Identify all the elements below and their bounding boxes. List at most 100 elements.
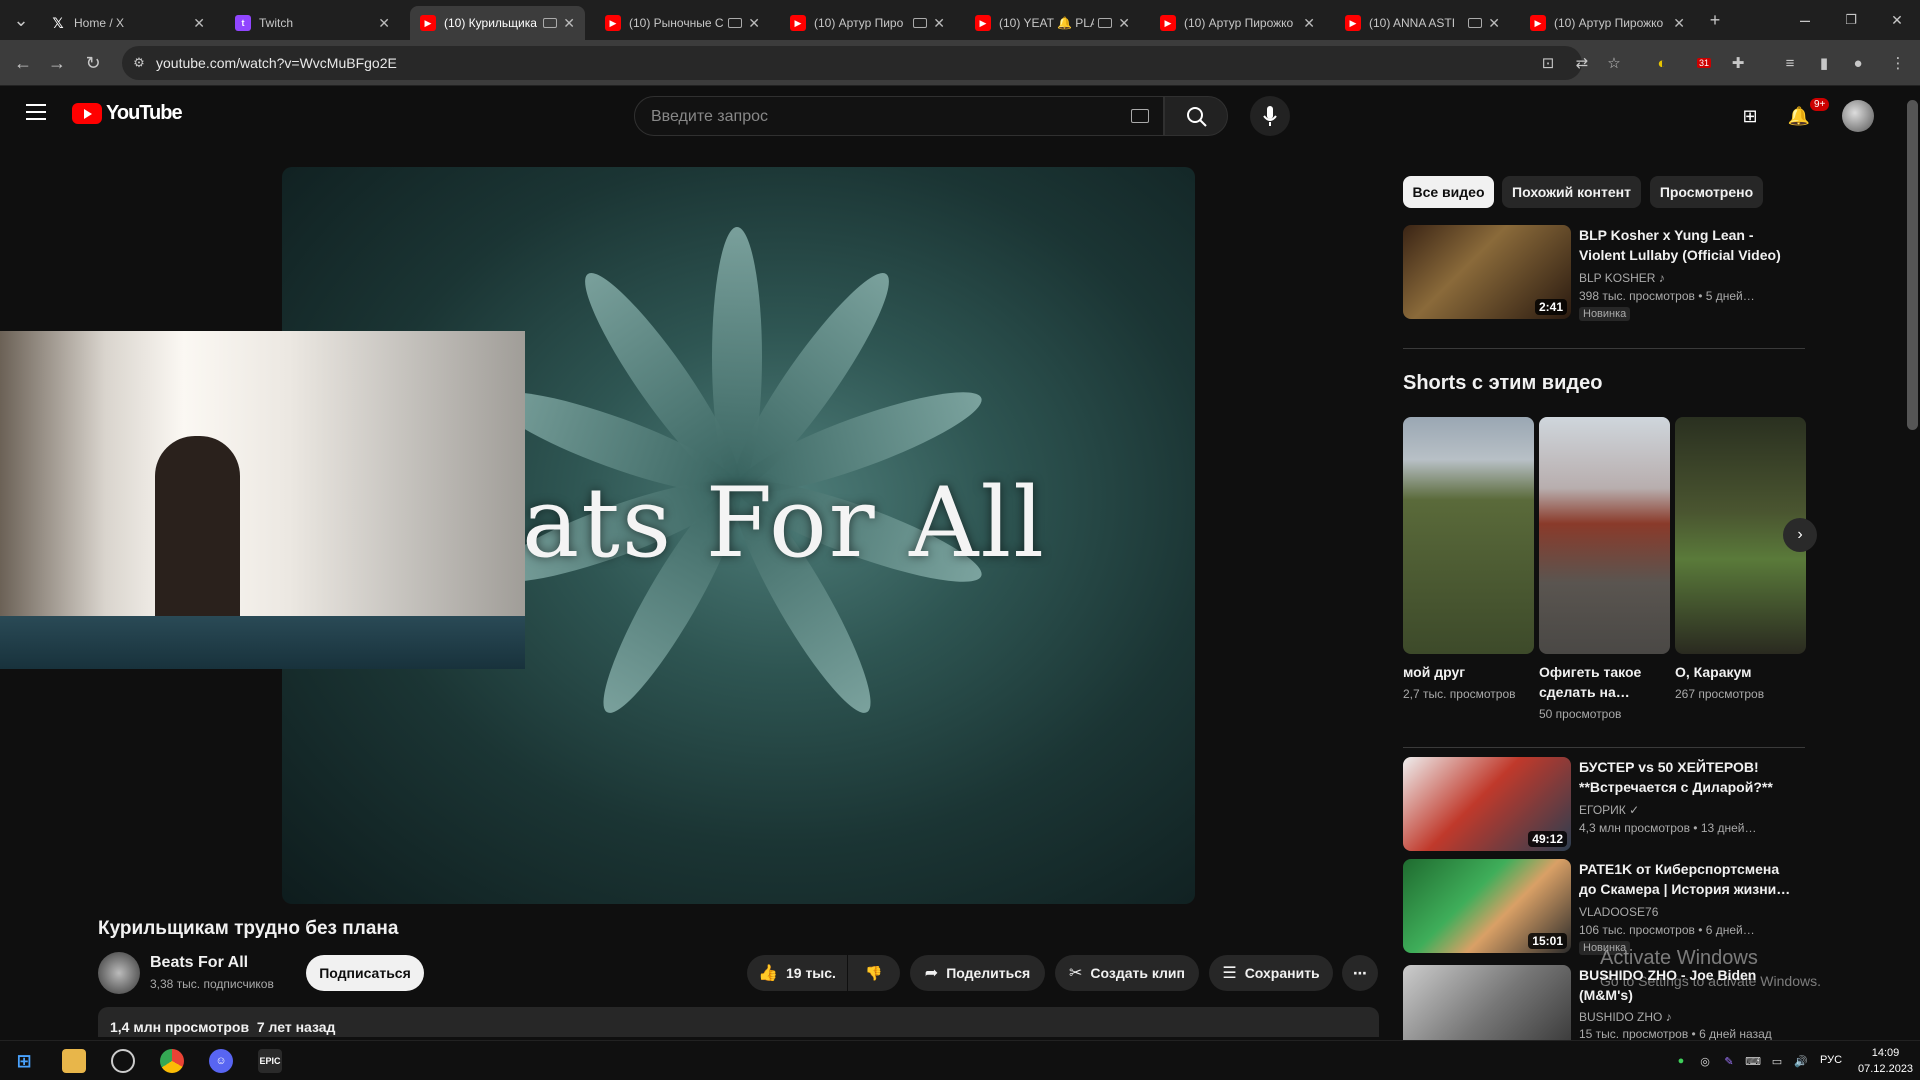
close-tab-icon[interactable]: ✕ bbox=[1673, 15, 1685, 32]
epic-games-icon[interactable]: EPIC bbox=[258, 1049, 282, 1073]
profile-icon[interactable]: ● bbox=[1848, 53, 1868, 73]
tab-youtube[interactable]: ▶ (10) Артур Пиро ✕ bbox=[780, 6, 955, 40]
recommended-video[interactable]: 15:01 PATE1K от Киберспортсмена до Скаме… bbox=[1403, 859, 1807, 959]
more-actions-button[interactable]: ⋯ bbox=[1342, 955, 1378, 991]
tray-network-icon[interactable]: ▭ bbox=[1770, 1054, 1784, 1068]
video-thumbnail[interactable]: 2:41 bbox=[1403, 225, 1571, 319]
close-tab-icon[interactable]: ✕ bbox=[1118, 15, 1130, 32]
media-control-icon[interactable]: ≡ bbox=[1780, 53, 1800, 73]
recommended-title[interactable]: PATE1K от Киберспортсмена до Скамера | И… bbox=[1579, 859, 1799, 899]
language-indicator[interactable]: РУС bbox=[1820, 1054, 1842, 1066]
discord-icon[interactable]: ☺ bbox=[209, 1049, 233, 1073]
tab-youtube-active[interactable]: ▶ (10) Курильщика ✕ bbox=[410, 6, 585, 40]
account-avatar[interactable] bbox=[1842, 100, 1874, 132]
video-thumbnail[interactable]: 49:12 bbox=[1403, 757, 1571, 851]
browser-menu-icon[interactable]: ⋮ bbox=[1888, 53, 1908, 73]
recommended-title[interactable]: BLP Kosher x Yung Lean - Violent Lullaby… bbox=[1579, 225, 1799, 265]
menu-icon[interactable] bbox=[26, 104, 46, 120]
close-tab-icon[interactable]: ✕ bbox=[933, 15, 945, 32]
subscribe-button[interactable]: Подписаться bbox=[306, 955, 424, 991]
install-icon[interactable]: ⊡ bbox=[1538, 53, 1558, 73]
search-input[interactable]: Введите запрос bbox=[634, 96, 1164, 136]
dislike-button[interactable]: 👎 bbox=[848, 955, 900, 991]
close-tab-icon[interactable]: ✕ bbox=[1303, 15, 1315, 32]
youtube-logo-text[interactable]: YouTube bbox=[106, 102, 183, 125]
notifications-bell-icon[interactable]: 🔔 bbox=[1787, 104, 1811, 128]
restore-icon[interactable]: ❐ bbox=[1838, 7, 1864, 33]
shorts-next-arrow-icon[interactable]: › bbox=[1783, 518, 1817, 552]
recommended-title[interactable]: БУСТЕР vs 50 ХЕЙТЕРОВ! **Встречается с Д… bbox=[1579, 757, 1799, 797]
site-info-icon[interactable]: ⚙ bbox=[126, 50, 152, 76]
back-icon[interactable]: ← bbox=[10, 50, 36, 76]
tray-steam-icon[interactable]: ◎ bbox=[1698, 1054, 1712, 1068]
chip-watched[interactable]: Просмотрено bbox=[1650, 176, 1763, 208]
close-tab-icon[interactable]: ✕ bbox=[378, 15, 390, 32]
tab-youtube[interactable]: ▶ (10) Рыночные С ✕ bbox=[595, 6, 770, 40]
youtube-logo-icon[interactable] bbox=[72, 103, 102, 124]
close-tab-icon[interactable]: ✕ bbox=[563, 15, 575, 32]
chip-all-videos[interactable]: Все видео bbox=[1403, 176, 1494, 208]
reload-icon[interactable]: ↻ bbox=[80, 50, 106, 76]
search-button[interactable] bbox=[1164, 96, 1228, 136]
close-tab-icon[interactable]: ✕ bbox=[748, 15, 760, 32]
file-explorer-icon[interactable] bbox=[62, 1049, 86, 1073]
scrollbar-thumb[interactable] bbox=[1907, 100, 1918, 430]
tab-twitch[interactable]: t Twitch ✕ bbox=[225, 6, 400, 40]
bookmark-star-icon[interactable]: ☆ bbox=[1604, 53, 1624, 73]
video-thumbnail[interactable] bbox=[1403, 965, 1571, 1040]
recommended-video[interactable]: 49:12 БУСТЕР vs 50 ХЕЙТЕРОВ! **Встречает… bbox=[1403, 757, 1807, 857]
voice-search-button[interactable] bbox=[1250, 96, 1290, 136]
create-video-icon[interactable]: ⊞ bbox=[1738, 104, 1762, 128]
media-icon bbox=[913, 18, 928, 28]
share-button[interactable]: ➦ Поделиться bbox=[910, 955, 1045, 991]
recommended-channel[interactable]: BLP KOSHER ♪ bbox=[1579, 271, 1665, 285]
tab-home-x[interactable]: 𝕏 Home / X ✕ bbox=[40, 6, 215, 40]
clip-button[interactable]: ✂ Создать клип bbox=[1055, 955, 1199, 991]
chrome-icon[interactable] bbox=[160, 1049, 184, 1073]
extension-icon[interactable]: ◐ bbox=[1652, 53, 1672, 73]
tray-volume-icon[interactable]: 🔊 bbox=[1794, 1054, 1808, 1068]
media-icon bbox=[728, 18, 743, 28]
new-tab-icon[interactable]: + bbox=[1702, 7, 1728, 33]
extensions-puzzle-icon[interactable]: ✚ bbox=[1728, 53, 1748, 73]
keyboard-icon[interactable] bbox=[1131, 109, 1149, 123]
forward-icon[interactable]: → bbox=[44, 50, 70, 76]
channel-name[interactable]: Beats For All bbox=[150, 954, 248, 972]
tray-keyboard-icon[interactable]: ⌨ bbox=[1745, 1054, 1761, 1068]
translate-icon[interactable]: ⇄ bbox=[1572, 53, 1592, 73]
video-thumbnail[interactable]: 15:01 bbox=[1403, 859, 1571, 953]
tab-youtube[interactable]: ▶ (10) Артур Пирожко ✕ bbox=[1150, 6, 1325, 40]
windows-start-icon[interactable]: ⊞ bbox=[12, 1049, 36, 1073]
close-tab-icon[interactable]: ✕ bbox=[1488, 15, 1500, 32]
short-thumbnail[interactable] bbox=[1403, 417, 1534, 654]
tab-youtube[interactable]: ▶ (10) Артур Пирожко ✕ bbox=[1520, 6, 1695, 40]
tray-status-icon[interactable]: ● bbox=[1674, 1054, 1688, 1068]
extension-badge-icon[interactable]: 31 bbox=[1694, 53, 1714, 73]
recommended-video[interactable]: 2:41 BLP Kosher x Yung Lean - Violent Lu… bbox=[1403, 225, 1807, 325]
like-button[interactable]: 👍 19 тыс. bbox=[747, 955, 847, 991]
url-text[interactable]: youtube.com/watch?v=WvcMuBFgo2E bbox=[156, 55, 397, 71]
system-clock[interactable]: 14:09 07.12.2023 bbox=[1858, 1045, 1913, 1077]
pip-video-window[interactable] bbox=[0, 331, 525, 669]
divider bbox=[1403, 348, 1805, 349]
short-title[interactable]: Офигеть такое сделать на… bbox=[1539, 662, 1670, 702]
obs-icon[interactable] bbox=[111, 1049, 135, 1073]
channel-avatar[interactable] bbox=[98, 952, 140, 994]
chip-related[interactable]: Похожий контент bbox=[1502, 176, 1641, 208]
recommended-channel[interactable]: VLADOOSE76 bbox=[1579, 905, 1658, 919]
recommended-channel[interactable]: ЕГОРИК ✓ bbox=[1579, 803, 1639, 817]
save-button[interactable]: ☰ Сохранить bbox=[1209, 955, 1333, 991]
minimize-icon[interactable]: – bbox=[1792, 7, 1818, 33]
tray-pen-icon[interactable]: ✎ bbox=[1722, 1054, 1736, 1068]
close-window-icon[interactable]: ✕ bbox=[1884, 7, 1910, 33]
description-box[interactable]: 1,4 млн просмотров 7 лет назад bbox=[98, 1007, 1379, 1037]
short-title[interactable]: О, Каракум bbox=[1675, 662, 1806, 682]
recommended-channel[interactable]: BUSHIDO ZHO ♪ bbox=[1579, 1010, 1672, 1024]
tab-youtube[interactable]: ▶ (10) YEAT 🔔 PLA ✕ bbox=[965, 6, 1140, 40]
short-thumbnail[interactable] bbox=[1539, 417, 1670, 654]
short-title[interactable]: мой друг bbox=[1403, 662, 1534, 682]
tab-youtube[interactable]: ▶ (10) ANNA ASTI ✕ bbox=[1335, 6, 1510, 40]
side-panel-icon[interactable]: ▮ bbox=[1814, 53, 1834, 73]
close-tab-icon[interactable]: ✕ bbox=[193, 15, 205, 32]
tab-search-icon[interactable]: ⌄ bbox=[8, 7, 34, 33]
